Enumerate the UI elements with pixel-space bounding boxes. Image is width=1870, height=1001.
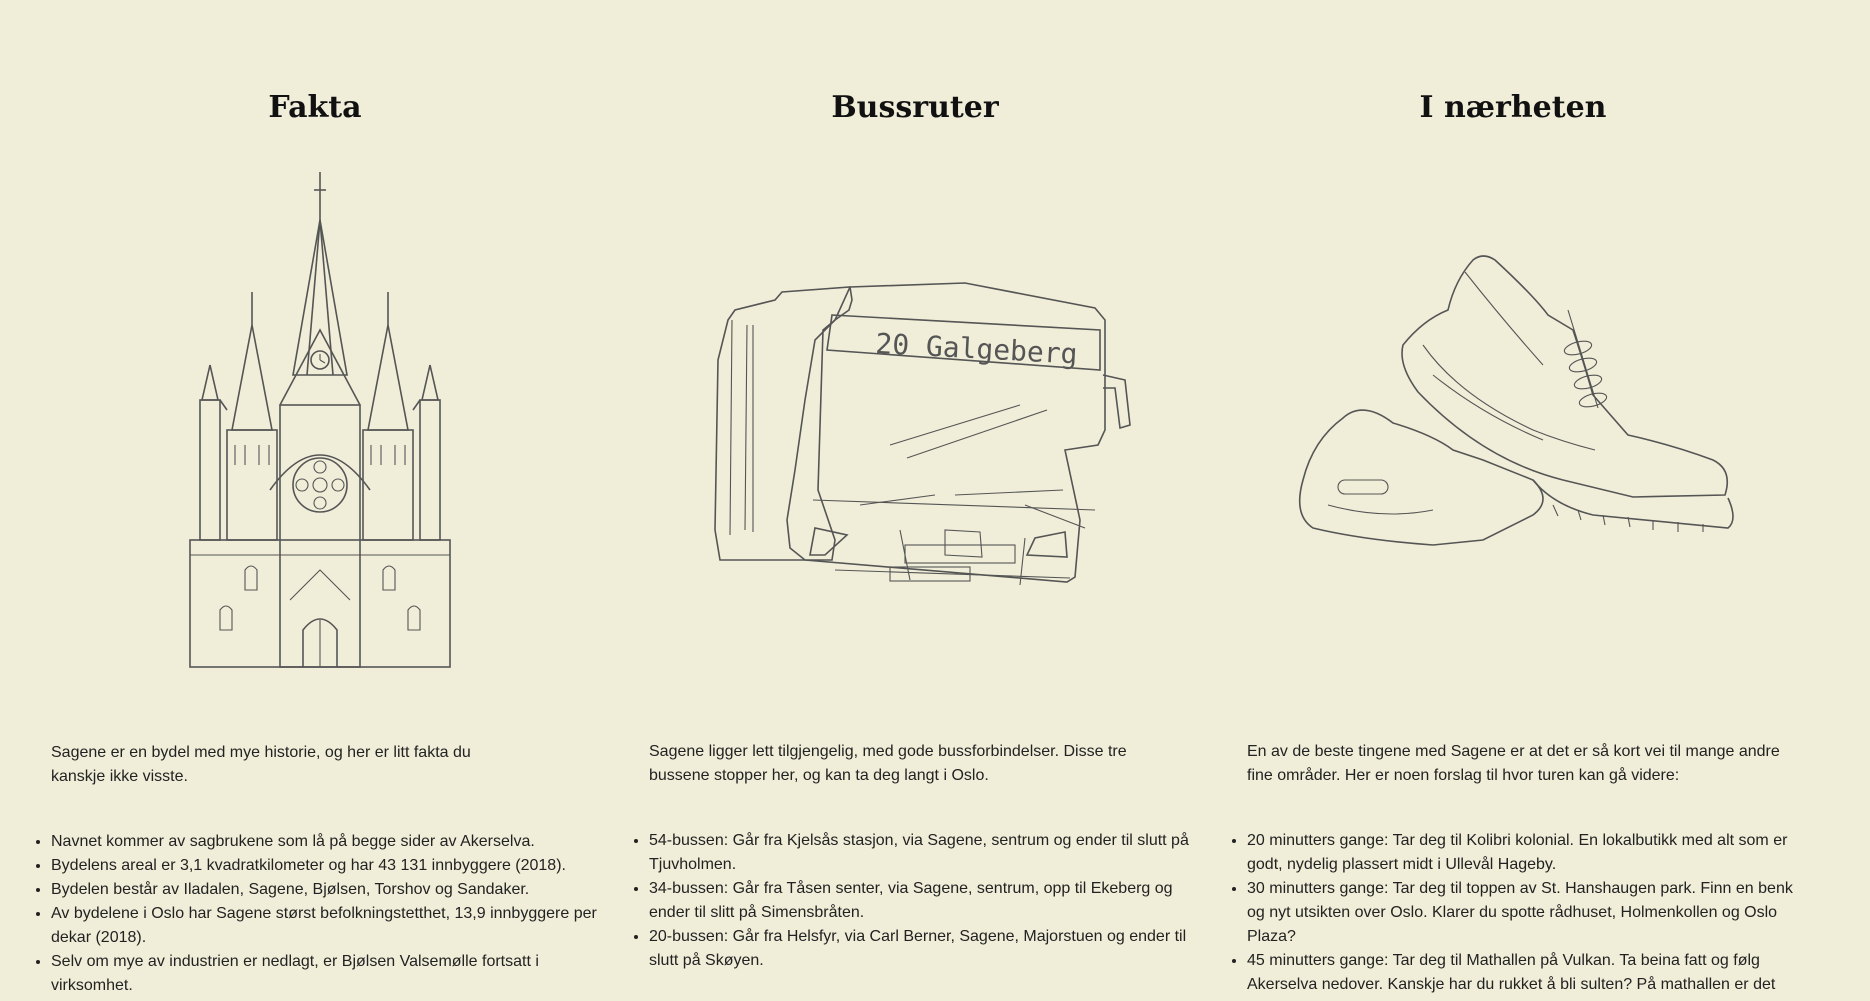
list-item: 20-bussen: Går fra Helsfyr, via Carl Ber… (649, 925, 1209, 973)
bussruter-intro: Sagene ligger lett tilgjengelig, med god… (649, 743, 1127, 784)
bus-icon: 20 Galgeberg (714, 282, 1131, 586)
naerheten-intro: En av de beste tingene med Sagene er at … (1247, 743, 1780, 784)
list-item: Av bydelene i Oslo har Sagene størst bef… (51, 902, 611, 950)
naerheten-column: I nærheten En av de beste tingene med Sa… (1233, 0, 1793, 1001)
list-item: Navnet kommer av sagbrukene som lå på be… (51, 830, 611, 854)
list-item: 30 minutters gange: Tar deg til toppen a… (1247, 877, 1807, 949)
fakta-intro: Sagene er en bydel med mye historie, og … (51, 744, 471, 785)
bussruter-list: 54-bussen: Går fra Kjelsås stasjon, via … (629, 829, 1209, 973)
naerheten-list: 20 minutters gange: Tar deg til Kolibri … (1227, 829, 1807, 997)
naerheten-heading: I nærheten (1419, 90, 1607, 125)
sneaker-icon (1298, 255, 1734, 546)
list-item: 20 minutters gange: Tar deg til Kolibri … (1247, 829, 1807, 877)
bus-illustration: 20 Galgeberg (635, 160, 1195, 690)
fakta-column: Fakta Sagene er en bydel med mye histori… (35, 0, 597, 1001)
bus-destination-sign: 20 Galgeberg (875, 327, 1079, 371)
list-item: Bydelen består av Iladalen, Sagene, Bjøl… (51, 878, 611, 902)
bussruter-column: Bussruter 20 Galgeberg Sagene ligger let… (635, 0, 1195, 1001)
list-item: 34-bussen: Går fra Tåsen senter, via Sag… (649, 877, 1209, 925)
church-icon (189, 172, 451, 668)
list-item: Bydelens areal er 3,1 kvadratkilometer o… (51, 854, 611, 878)
church-illustration (35, 160, 595, 690)
list-item: Selv om mye av industrien er nedlagt, er… (51, 950, 611, 998)
sneaker-illustration (1233, 160, 1793, 690)
fakta-list: Navnet kommer av sagbrukene som lå på be… (31, 830, 611, 998)
list-item: 45 minutters gange: Tar deg til Mathalle… (1247, 949, 1807, 997)
fakta-heading: Fakta (268, 90, 362, 125)
info-columns: Fakta Sagene er en bydel med mye histori… (0, 0, 1870, 1001)
list-item: 54-bussen: Går fra Kjelsås stasjon, via … (649, 829, 1209, 877)
bussruter-heading: Bussruter (831, 90, 999, 125)
